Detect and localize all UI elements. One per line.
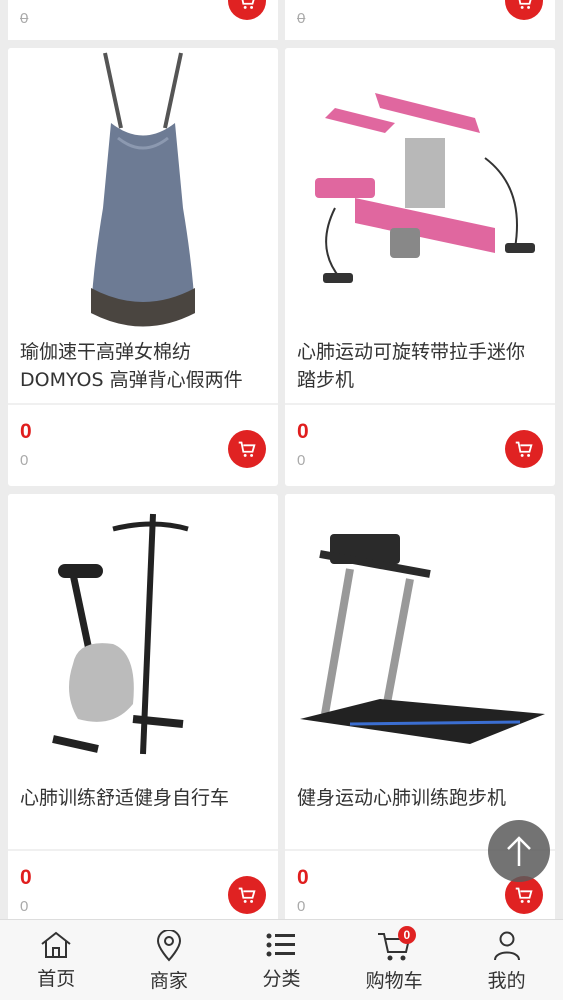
product-card[interactable]: 心肺训练舒适健身自行车 0 0 (8, 494, 278, 920)
divider (8, 403, 278, 405)
tank-top-dress-image (91, 52, 195, 327)
home-icon (41, 931, 71, 958)
original-price: 0 (20, 452, 29, 469)
exercise-bike-image (52, 513, 189, 755)
cart-icon (238, 441, 256, 457)
product-price: 0 (297, 866, 309, 889)
product-grid: 0 0 瑜伽速干高弹女棉纺DOMYOS 高弹背心假两件 0 0 心肺运动可旋转带… (0, 0, 563, 920)
original-price: 0 (297, 898, 306, 915)
product-image[interactable] (285, 494, 555, 774)
product-title[interactable]: 心肺运动可旋转带拉手迷你踏步机 (297, 338, 543, 394)
add-to-cart-button[interactable] (228, 0, 266, 20)
tab-label: 首页 (37, 968, 76, 990)
product-card-partial[interactable]: 0 (285, 0, 555, 40)
product-title[interactable]: 瑜伽速干高弹女棉纺DOMYOS 高弹背心假两件 (20, 338, 266, 394)
divider (285, 403, 555, 405)
product-price: 0 (297, 420, 309, 443)
add-to-cart-button[interactable] (505, 0, 543, 20)
cart-icon (518, 0, 532, 9)
tab-categories[interactable]: 分类 (225, 920, 338, 1000)
user-icon (493, 931, 520, 961)
location-pin-icon (156, 930, 181, 962)
treadmill-image (300, 534, 545, 744)
product-card-partial[interactable]: 0 (8, 0, 278, 40)
product-image[interactable] (285, 48, 555, 328)
product-image[interactable] (8, 48, 278, 328)
add-to-cart-button[interactable] (505, 876, 543, 914)
product-image[interactable] (8, 494, 278, 774)
mini-stepper-image (315, 93, 535, 283)
tab-label: 购物车 (365, 970, 423, 992)
back-to-top-button[interactable] (488, 820, 550, 882)
product-price: 0 (20, 866, 32, 889)
original-price: 0 (297, 10, 306, 27)
cart-count-badge: 0 (397, 926, 416, 944)
product-title[interactable]: 心肺训练舒适健身自行车 (20, 784, 266, 812)
product-price: 0 (20, 420, 32, 443)
tab-merchants[interactable]: 商家 (113, 920, 226, 1000)
tab-label: 分类 (262, 968, 301, 990)
add-to-cart-button[interactable] (228, 876, 266, 914)
cart-icon (515, 887, 533, 903)
tab-profile[interactable]: 我的 (450, 920, 563, 1000)
original-price: 0 (20, 10, 29, 27)
bottom-tab-bar: 首页 商家 分类 0 购物车 我的 (0, 919, 563, 1000)
original-price: 0 (297, 452, 306, 469)
tab-label: 商家 (149, 970, 188, 992)
product-title[interactable]: 健身运动心肺训练跑步机 (297, 784, 543, 812)
cart-icon (515, 441, 533, 457)
tab-cart[interactable]: 0 购物车 (338, 920, 451, 1000)
tab-label: 我的 (487, 970, 526, 992)
add-to-cart-button[interactable] (228, 430, 266, 468)
list-icon (266, 933, 296, 957)
cart-icon (241, 0, 255, 9)
cart-icon (238, 887, 256, 903)
tab-home[interactable]: 首页 (0, 920, 113, 1000)
arrow-up-icon (507, 836, 531, 866)
add-to-cart-button[interactable] (505, 430, 543, 468)
divider (8, 849, 278, 851)
product-card[interactable]: 心肺运动可旋转带拉手迷你踏步机 0 0 (285, 48, 555, 486)
original-price: 0 (20, 898, 29, 915)
product-card[interactable]: 瑜伽速干高弹女棉纺DOMYOS 高弹背心假两件 0 0 (8, 48, 278, 486)
